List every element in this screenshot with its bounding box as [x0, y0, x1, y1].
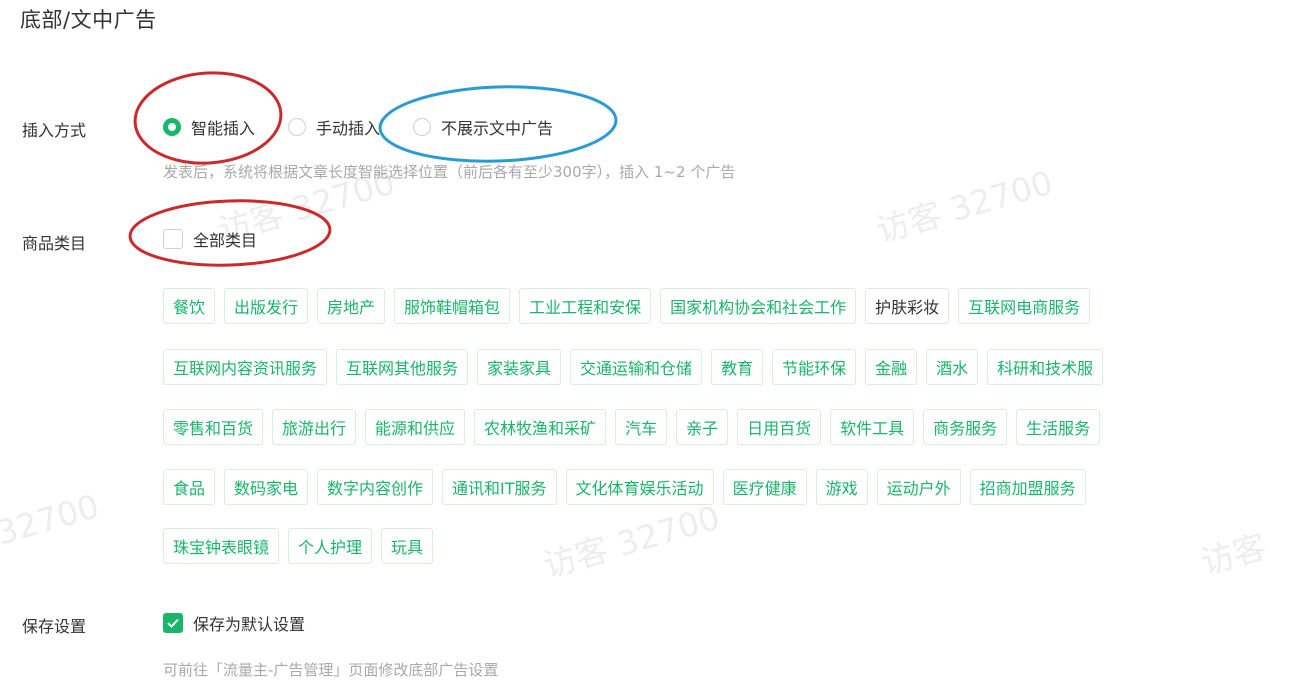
watermark-text: 访客 32700: [871, 162, 1058, 251]
category-tag[interactable]: 房地产: [317, 288, 386, 324]
category-tag[interactable]: 玩具: [381, 528, 434, 564]
category-tag[interactable]: 日用百货: [737, 409, 822, 445]
category-tag[interactable]: 教育: [711, 349, 764, 385]
category-tag[interactable]: 亲子: [676, 409, 729, 445]
category-tag[interactable]: 服饰鞋帽箱包: [394, 288, 511, 324]
save-as-default-checkbox[interactable]: 保存为默认设置: [163, 611, 305, 635]
tag-row: 互联网内容资讯服务 互联网其他服务 家装家具 交通运输和仓储 教育 节能环保 金…: [163, 349, 1112, 385]
category-tag[interactable]: 工业工程和安保: [519, 288, 652, 324]
category-tag[interactable]: 医疗健康: [722, 469, 807, 505]
category-tag[interactable]: 游戏: [815, 469, 868, 505]
radio-label: 不展示文中广告: [441, 119, 554, 138]
category-tag[interactable]: 个人护理: [288, 528, 373, 564]
category-tag[interactable]: 能源和供应: [365, 409, 466, 445]
checkbox-checked-icon: [163, 613, 183, 633]
save-settings-label: 保存设置: [22, 617, 87, 636]
category-tag[interactable]: 农林牧渔和采矿: [474, 409, 607, 445]
category-tag[interactable]: 软件工具: [830, 409, 915, 445]
category-tag[interactable]: 科研和技术服: [987, 349, 1104, 385]
tag-row: 餐饮 出版发行 房地产 服饰鞋帽箱包 工业工程和安保 国家机构协会和社会工作 护…: [163, 288, 1099, 324]
category-tag[interactable]: 数字内容创作: [317, 469, 434, 505]
checkbox-label: 保存为默认设置: [193, 615, 306, 634]
checkbox-unchecked-icon: [163, 229, 183, 249]
radio-label: 手动插入: [316, 119, 381, 138]
category-label: 商品类目: [22, 234, 87, 253]
tag-row: 珠宝钟表眼镜 个人护理 玩具: [163, 528, 442, 564]
radio-smart-insert[interactable]: 智能插入: [163, 114, 255, 140]
category-tag[interactable]: 数码家电: [224, 469, 309, 505]
radio-manual-insert[interactable]: 手动插入: [288, 114, 380, 140]
category-tag[interactable]: 出版发行: [224, 288, 309, 324]
checkbox-label: 全部类目: [193, 231, 258, 250]
category-tag-list: 餐饮 出版发行 房地产 服饰鞋帽箱包 工业工程和安保 国家机构协会和社会工作 护…: [163, 288, 1236, 570]
category-tag[interactable]: 运动户外: [876, 469, 961, 505]
insert-mode-hint: 发表后，系统将根据文章长度智能选择位置（前后各有至少300字），插入 1~2 个…: [163, 163, 736, 181]
section-title: 底部/文中广告: [20, 8, 157, 32]
radio-unchecked-icon: [413, 118, 431, 136]
save-settings-hint: 可前往「流量主-广告管理」页面修改底部广告设置: [163, 661, 499, 679]
category-tag[interactable]: 互联网内容资讯服务: [163, 349, 328, 385]
category-tag[interactable]: 家装家具: [477, 349, 562, 385]
insert-mode-label: 插入方式: [22, 121, 87, 140]
tag-row: 零售和百货 旅游出行 能源和供应 农林牧渔和采矿 汽车 亲子 日用百货 软件工具…: [163, 409, 1109, 445]
category-tag[interactable]: 交通运输和仓储: [570, 349, 703, 385]
category-tag[interactable]: 商务服务: [923, 409, 1008, 445]
category-tag[interactable]: 食品: [163, 469, 216, 505]
category-tag[interactable]: 通讯和IT服务: [442, 469, 557, 505]
category-tag[interactable]: 文化体育娱乐活动: [565, 469, 714, 505]
radio-unchecked-icon: [288, 118, 306, 136]
radio-label: 智能插入: [191, 119, 256, 138]
category-tag[interactable]: 旅游出行: [272, 409, 357, 445]
category-tag[interactable]: 节能环保: [772, 349, 857, 385]
category-tag[interactable]: 珠宝钟表眼镜: [163, 528, 280, 564]
tag-row: 食品 数码家电 数字内容创作 通讯和IT服务 文化体育娱乐活动 医疗健康 游戏 …: [163, 469, 1095, 505]
radio-no-inline-ad[interactable]: 不展示文中广告: [413, 114, 553, 140]
category-tag[interactable]: 互联网其他服务: [336, 349, 469, 385]
category-tag[interactable]: 汽车: [615, 409, 668, 445]
category-tag[interactable]: 生活服务: [1016, 409, 1101, 445]
radio-checked-icon: [163, 118, 181, 136]
category-tag[interactable]: 金融: [865, 349, 918, 385]
category-tag[interactable]: 酒水: [926, 349, 979, 385]
category-tag[interactable]: 护肤彩妆: [865, 288, 950, 324]
category-tag[interactable]: 互联网电商服务: [958, 288, 1091, 324]
all-categories-checkbox[interactable]: 全部类目: [163, 227, 257, 251]
category-tag[interactable]: 餐饮: [163, 288, 216, 324]
category-tag[interactable]: 招商加盟服务: [969, 469, 1086, 505]
watermark-text: 32700: [0, 486, 104, 553]
category-tag[interactable]: 零售和百货: [163, 409, 264, 445]
category-tag[interactable]: 国家机构协会和社会工作: [660, 288, 857, 324]
